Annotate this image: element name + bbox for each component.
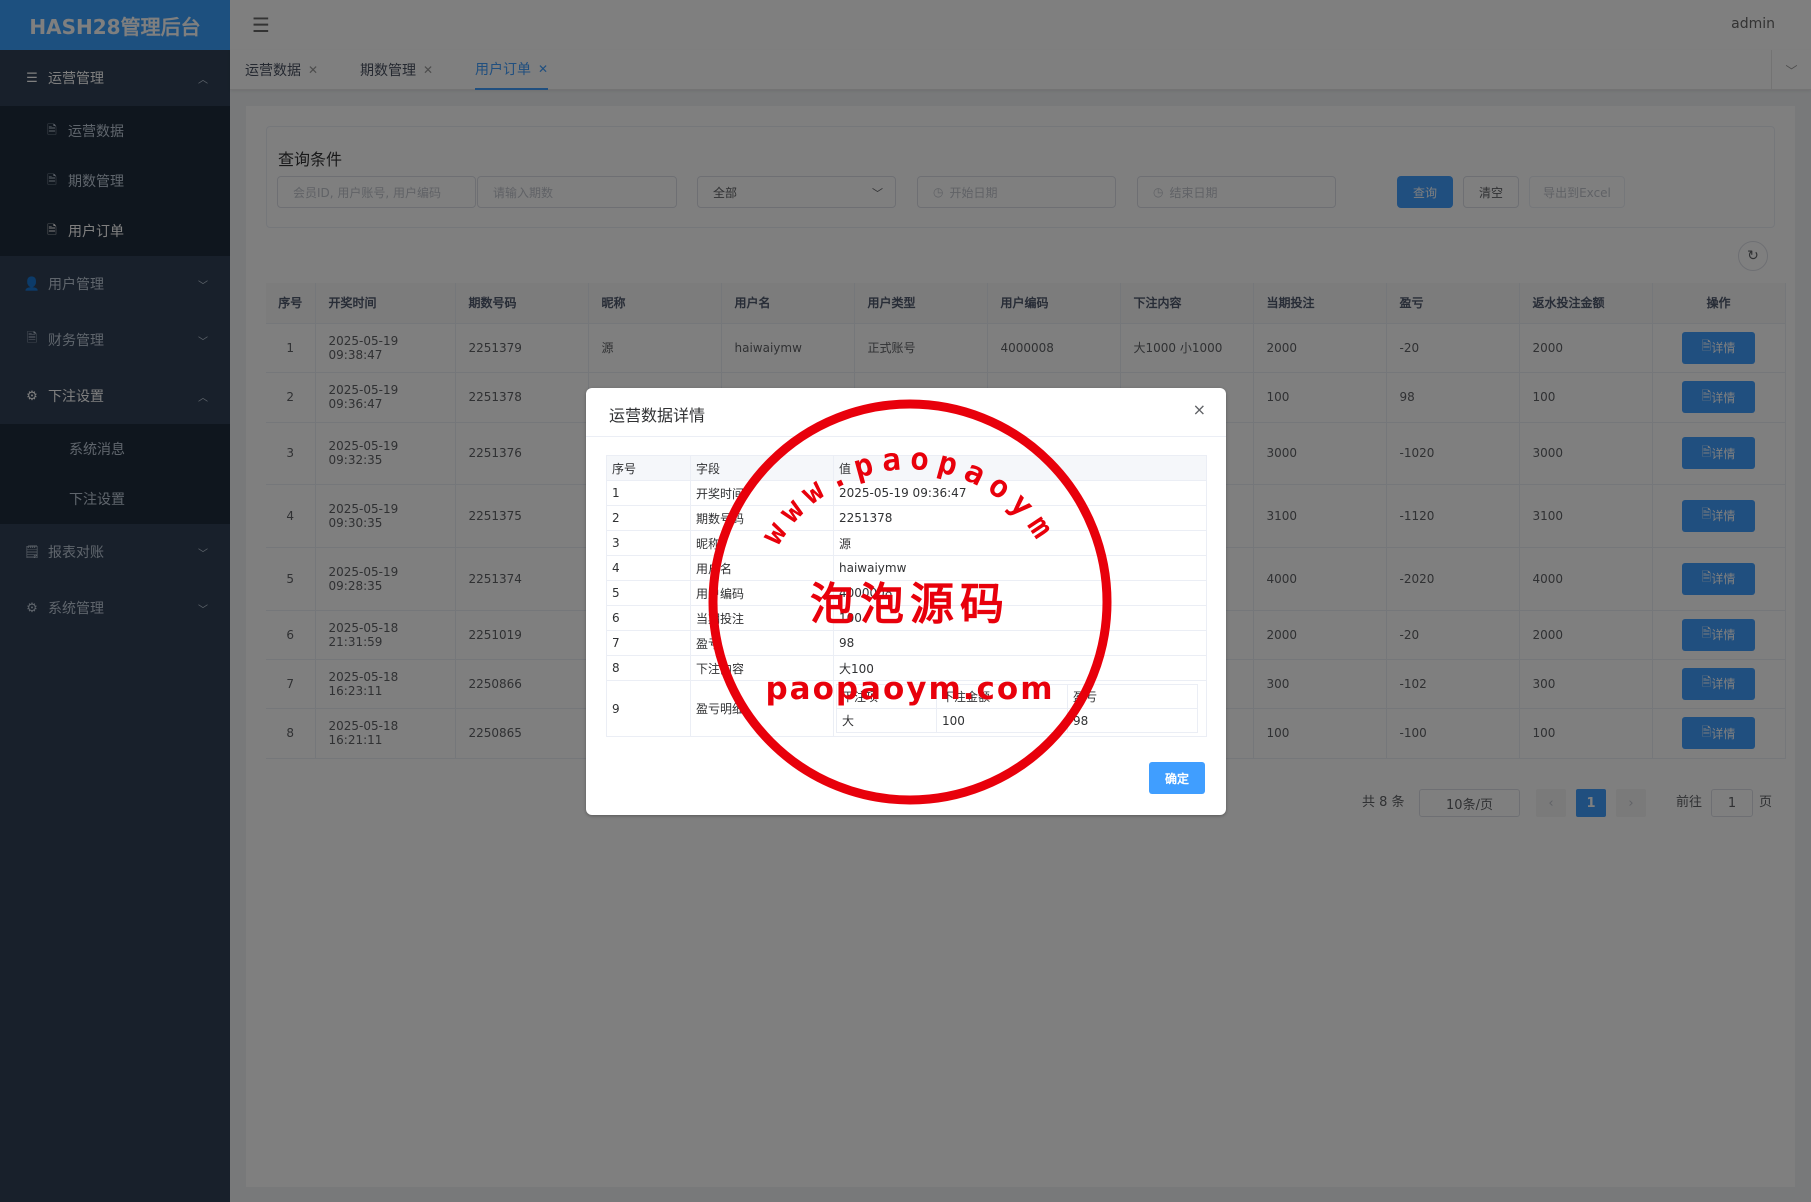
detail-index: 7 <box>606 630 691 656</box>
detail-index: 2 <box>606 505 691 531</box>
detail-index: 1 <box>606 480 691 506</box>
close-icon[interactable]: × <box>1193 400 1206 419</box>
confirm-button[interactable]: 确定 <box>1149 762 1205 794</box>
detail-header: 序号 <box>606 455 691 481</box>
detail-index: 6 <box>606 605 691 631</box>
detail-index: 4 <box>606 555 691 581</box>
detail-index: 9 <box>606 680 691 737</box>
detail-index: 5 <box>606 580 691 606</box>
watermark-stamp: www.paopaoym.com 泡泡源码 paopaoym.com <box>700 397 1112 805</box>
watermark-title: 泡泡源码 <box>810 579 1010 630</box>
detail-index: 8 <box>606 655 691 681</box>
watermark-domain: paopaoym.com <box>765 671 1054 707</box>
detail-index: 3 <box>606 530 691 556</box>
dialog-title: 运营数据详情 <box>609 406 706 425</box>
